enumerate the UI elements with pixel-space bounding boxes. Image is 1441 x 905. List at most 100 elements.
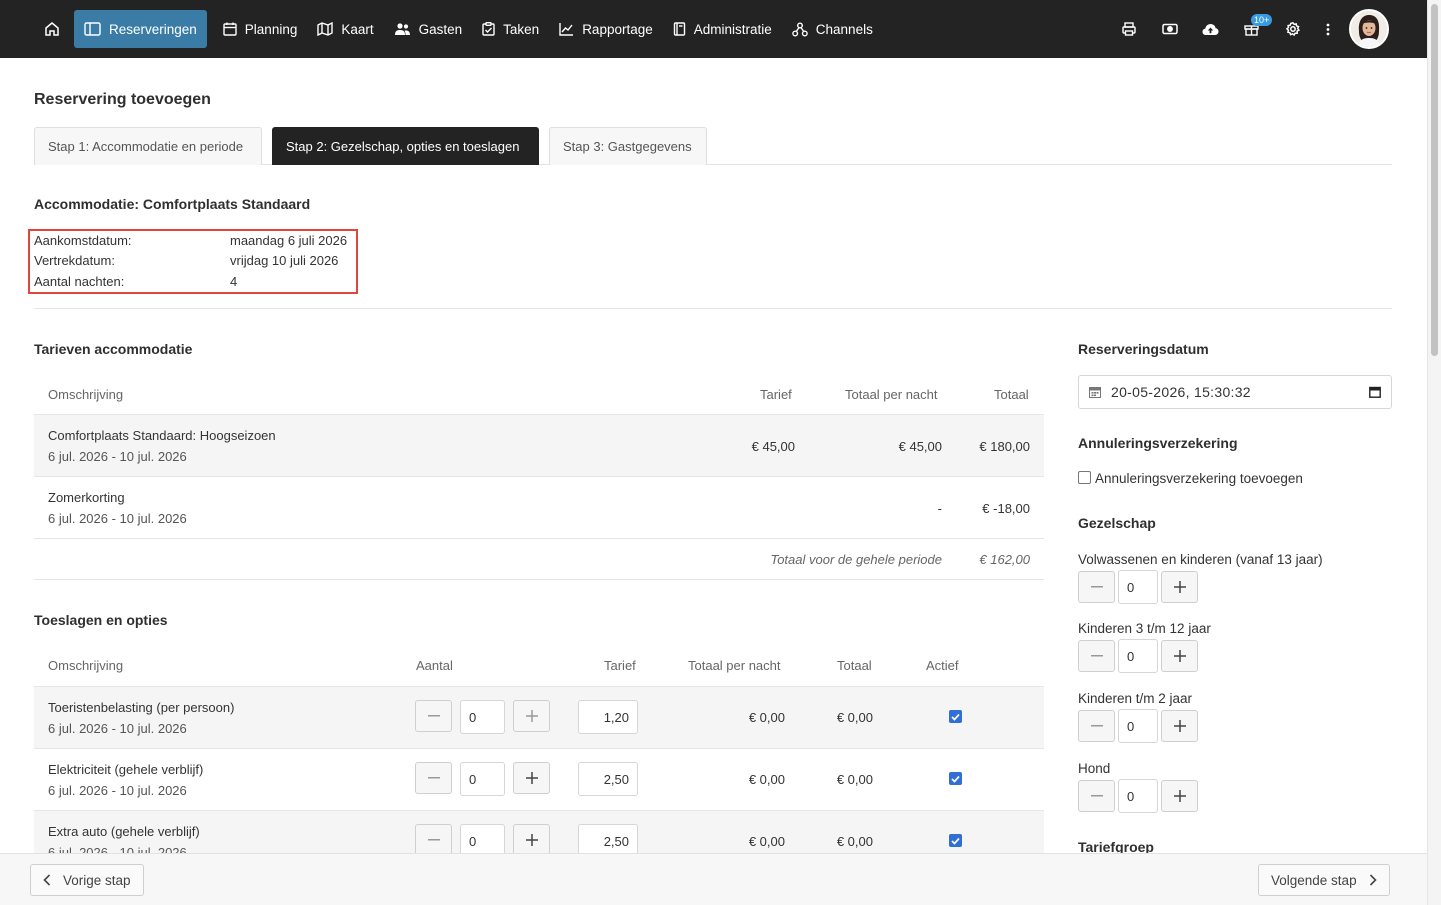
minus-icon	[427, 777, 440, 779]
surcharge-row-2-rate-input[interactable]: 2,50	[578, 762, 638, 796]
arrival-value: maandag 6 juli 2026	[230, 233, 348, 248]
party-dog-increment-button[interactable]	[1161, 780, 1198, 812]
nav-taken[interactable]: Taken	[472, 10, 549, 48]
minus-icon	[427, 839, 440, 841]
nav-channels-label: Channels	[815, 21, 873, 37]
surcharge-row-3-rate-input[interactable]: 2,50	[578, 824, 638, 853]
booking-date-input[interactable]: 20-05-2026, 15:30:32	[1078, 375, 1392, 409]
guests-icon	[394, 23, 410, 35]
party-adults-input[interactable]: 0	[1118, 570, 1158, 604]
insurance-checkbox-label[interactable]: Annuleringsverzekering toevoegen	[1095, 471, 1303, 486]
surcharge-row-3-active-checkbox[interactable]	[949, 834, 962, 847]
nav-reserveringen[interactable]: Reserveringen	[74, 10, 207, 48]
surcharge-row-1-quantity-input[interactable]: 0	[460, 700, 505, 734]
nav-reserveringen-label: Reserveringen	[109, 21, 197, 37]
minus-icon	[1090, 655, 1103, 657]
rate-row-1-total: € 180,00	[979, 439, 1030, 454]
nav-administratie[interactable]: Administratie	[663, 10, 782, 48]
nav-planning[interactable]: Planning	[213, 10, 308, 48]
step-tabs: Stap 1: Accommodatie en periode Stap 2: …	[34, 127, 1392, 165]
tab-step-2[interactable]: Stap 2: Gezelschap, opties en toeslagen	[272, 127, 539, 165]
nav-kaart[interactable]: Kaart	[307, 10, 383, 48]
rate-row-2-total: € -18,00	[982, 501, 1030, 516]
nav-rapportage-label: Rapportage	[582, 21, 653, 37]
rates-header-description: Omschrijving	[48, 387, 124, 402]
previous-step-button[interactable]: Vorige stap	[30, 864, 144, 896]
surcharge-row-2-quantity-input[interactable]: 0	[460, 762, 505, 796]
chart-icon	[559, 23, 574, 36]
main-content: Reservering toevoegen Stap 1: Accommodat…	[0, 58, 1427, 853]
plus-icon	[525, 772, 538, 784]
rate-group-label: Tariefgroep	[1078, 839, 1154, 853]
insurance-checkbox[interactable]	[1078, 471, 1091, 484]
surcharge-row-3-per-night: € 0,00	[748, 834, 785, 849]
check-icon	[951, 837, 960, 845]
party-children-0-2-decrement-button[interactable]	[1078, 710, 1115, 742]
page-title: Reservering toevoegen	[34, 91, 211, 108]
party-children-0-2-increment-button[interactable]	[1161, 710, 1198, 742]
settings-button[interactable]	[1272, 10, 1313, 48]
gift-button[interactable]: 10+	[1231, 10, 1273, 48]
scrollbar-thumb[interactable]	[1431, 4, 1438, 356]
home-icon	[45, 22, 59, 36]
surcharge-row-1-per-night: € 0,00	[748, 710, 785, 725]
nights-value: 4	[230, 274, 238, 289]
nav-planning-label: Planning	[244, 21, 298, 37]
party-dog-input[interactable]: 0	[1118, 779, 1158, 813]
tasks-icon	[482, 22, 495, 36]
surcharge-row-3-increment-button[interactable]	[513, 824, 550, 853]
cloud-upload-button[interactable]	[1190, 10, 1231, 48]
surcharge-row-1-increment-button[interactable]	[513, 700, 550, 732]
surcharge-row-1-active-checkbox[interactable]	[949, 710, 962, 723]
party-children-3-12-input[interactable]: 0	[1118, 639, 1158, 673]
row-divider	[34, 476, 1044, 477]
tab-step-3[interactable]: Stap 3: Gastgegevens	[549, 127, 707, 165]
next-step-button[interactable]: Volgende stap	[1258, 864, 1390, 896]
surcharge-row-1-total: € 0,00	[836, 710, 873, 725]
more-menu-button[interactable]	[1313, 10, 1343, 48]
nights-label: Aantal nachten:	[34, 274, 125, 289]
surcharge-row-1-rate-input[interactable]: 1,20	[578, 700, 638, 734]
party-children-3-12-decrement-button[interactable]	[1078, 640, 1115, 672]
calendar-picker-icon[interactable]	[1369, 386, 1381, 398]
surcharge-row-3-name: Extra auto (gehele verblijf)	[48, 824, 200, 839]
reservations-icon	[84, 22, 101, 36]
section-divider	[34, 579, 1044, 580]
gear-icon	[1285, 22, 1300, 36]
cloud-upload-icon	[1202, 23, 1219, 35]
rate-row-2-name: Zomerkorting	[48, 490, 125, 505]
nav-gasten[interactable]: Gasten	[384, 10, 473, 48]
home-button[interactable]	[30, 10, 74, 48]
departure-value: vrijdag 10 juli 2026	[230, 253, 339, 268]
rates-header-per-night: Totaal per nacht	[845, 387, 938, 402]
party-dog-decrement-button[interactable]	[1078, 780, 1115, 812]
party-children-0-2-input[interactable]: 0	[1118, 709, 1158, 743]
notification-badge: 10+	[1251, 14, 1273, 26]
tab-step-1[interactable]: Stap 1: Accommodatie en periode	[34, 127, 262, 165]
user-avatar[interactable]	[1349, 9, 1389, 49]
rate-row-1-rate: € 45,00	[751, 439, 795, 454]
party-children-0-2-label: Kinderen t/m 2 jaar	[1078, 691, 1193, 706]
minus-icon	[1090, 795, 1103, 797]
printer-button[interactable]	[1108, 10, 1149, 48]
surcharge-row-2-active-checkbox[interactable]	[949, 772, 962, 785]
party-adults-decrement-button[interactable]	[1078, 571, 1115, 603]
cash-button[interactable]	[1149, 10, 1190, 48]
nav-channels[interactable]: Channels	[782, 10, 883, 48]
party-adults-label: Volwassenen en kinderen (vanaf 13 jaar)	[1078, 552, 1323, 567]
nav-rapportage[interactable]: Rapportage	[549, 10, 663, 48]
surcharge-row-3-decrement-button[interactable]	[415, 824, 452, 853]
surcharge-row-2-decrement-button[interactable]	[415, 762, 452, 794]
page-scrollbar[interactable]	[1427, 0, 1441, 905]
surcharges-header-active: Actief	[926, 658, 959, 673]
party-children-3-12-increment-button[interactable]	[1161, 640, 1198, 672]
surcharge-row-3-quantity-input[interactable]: 0	[460, 824, 505, 853]
surcharge-row-1-decrement-button[interactable]	[415, 700, 452, 732]
surcharge-row-2-increment-button[interactable]	[513, 762, 550, 794]
surcharge-row-1-name: Toeristenbelasting (per persoon)	[48, 700, 235, 715]
rate-row-1-period: 6 jul. 2026 - 10 jul. 2026	[48, 449, 187, 464]
surcharges-section-title: Toeslagen en opties	[34, 612, 168, 628]
calendar-icon	[223, 22, 237, 36]
surcharges-header-description: Omschrijving	[48, 658, 124, 673]
party-adults-increment-button[interactable]	[1161, 571, 1198, 603]
